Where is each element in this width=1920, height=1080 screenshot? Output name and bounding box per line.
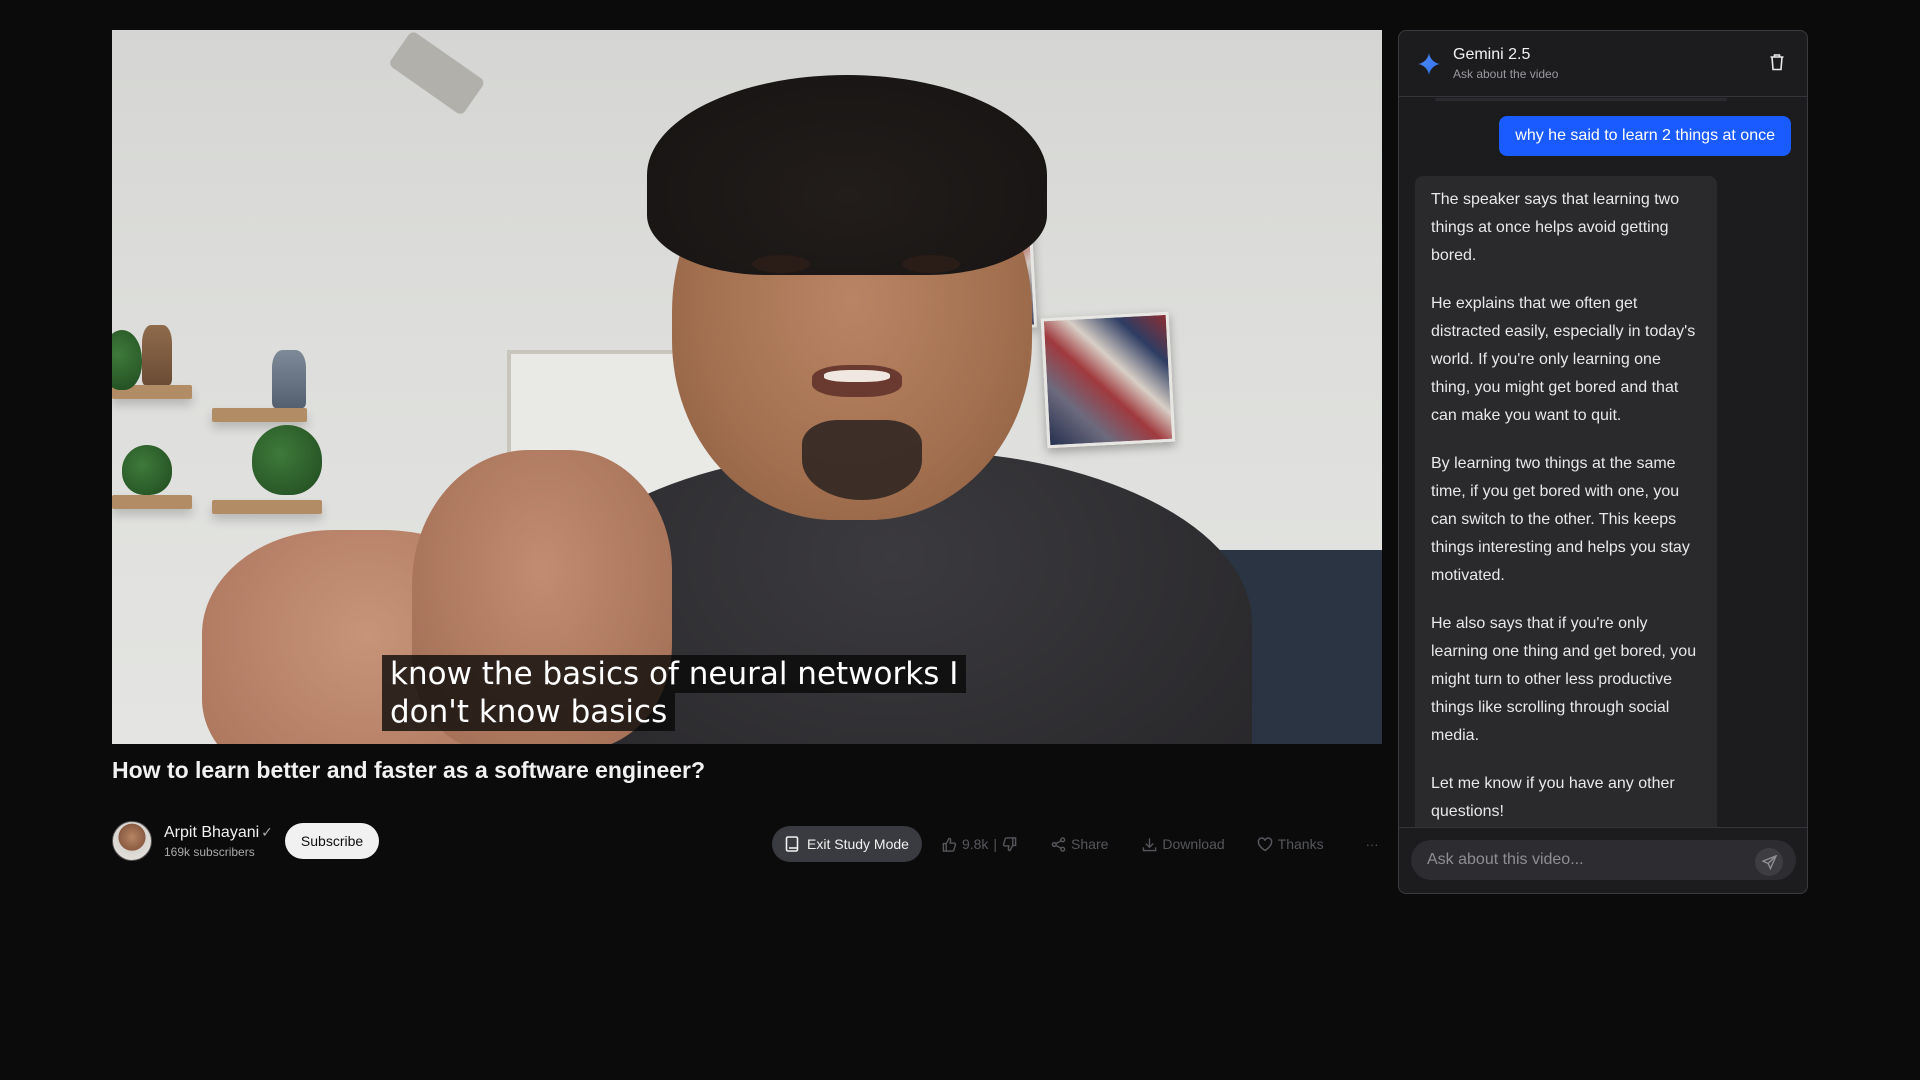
more-icon[interactable]: ··· [1366, 837, 1379, 852]
user-message: why he said to learn 2 things at once [1499, 116, 1791, 156]
speaker-hair [647, 75, 1047, 275]
assistant-paragraph: He explains that we often get distracted… [1431, 295, 1696, 424]
chat-header: Gemini 2.5 Ask about the video [1399, 31, 1807, 97]
assistant-paragraph: By learning two things at the same time,… [1431, 455, 1690, 584]
speaker-beard [802, 420, 922, 500]
video-player[interactable]: know the basics of neural networks I don… [112, 30, 1382, 744]
book-icon [785, 836, 799, 852]
chat-subtitle: Ask about the video [1453, 67, 1559, 81]
share-icon [1051, 836, 1066, 852]
assistant-paragraph: Let me know if you have any other questi… [1431, 775, 1675, 820]
vase [142, 325, 172, 385]
trash-icon[interactable] [1769, 53, 1785, 71]
previous-message-edge [1435, 98, 1727, 101]
channel-info: Arpit Bhayani ✓ 169k subscribers [164, 824, 273, 859]
sparkle-icon [1418, 52, 1440, 75]
video-title: How to learn better and faster as a soft… [112, 757, 706, 783]
vase [272, 350, 306, 408]
caption-line: know the basics of neural networks I [382, 655, 967, 693]
speaker-eye [902, 255, 960, 273]
like-divider: | [993, 836, 998, 852]
caption-line: don't know basics [382, 693, 676, 731]
channel-avatar[interactable] [112, 821, 152, 861]
subscriber-count: 169k subscribers [164, 844, 255, 859]
shelf [212, 500, 322, 514]
heart-icon [1257, 836, 1272, 851]
chat-title: Gemini 2.5 [1453, 46, 1531, 63]
share-label: Share [1071, 836, 1109, 852]
exit-study-mode-button[interactable]: Exit Study Mode [772, 826, 922, 862]
gemini-chat-panel: Gemini 2.5 Ask about the video why he sa… [1398, 30, 1808, 894]
chat-input[interactable] [1411, 840, 1796, 880]
plant [252, 425, 322, 495]
like-dislike-group: 9.8k | [942, 836, 1017, 852]
download-icon [1143, 837, 1157, 851]
assistant-message: The speaker says that learning two thing… [1415, 176, 1717, 827]
thanks-label: Thanks [1277, 836, 1324, 852]
thumbs-up-icon[interactable] [942, 837, 957, 852]
assistant-paragraph: He also says that if you're only learnin… [1431, 615, 1697, 744]
speaker-teeth [824, 370, 890, 382]
download-label: Download [1162, 836, 1225, 852]
send-button[interactable] [1755, 848, 1783, 876]
like-count[interactable]: 9.8k [962, 836, 988, 852]
thumbs-down-icon[interactable] [1002, 836, 1017, 852]
chat-input-area [1399, 827, 1807, 893]
thanks-button[interactable]: Thanks [1257, 836, 1324, 852]
subscribe-button[interactable]: Subscribe [284, 823, 380, 859]
chat-messages[interactable]: why he said to learn 2 things at once Th… [1399, 98, 1807, 827]
shelf [112, 495, 192, 509]
shelf [212, 408, 307, 422]
download-button[interactable]: Download [1142, 836, 1225, 852]
video-caption: know the basics of neural networks I don… [382, 655, 967, 731]
send-icon [1761, 854, 1777, 870]
speaker-eye [752, 255, 810, 273]
study-mode-label: Exit Study Mode [807, 836, 909, 852]
assistant-paragraph: The speaker says that learning two thing… [1431, 191, 1680, 264]
wall-painting [1040, 311, 1176, 449]
plant [122, 445, 172, 495]
channel-row: Arpit Bhayani ✓ 169k subscribers Subscrib… [112, 821, 380, 861]
verified-icon: ✓ [261, 823, 273, 840]
channel-name[interactable]: Arpit Bhayani [164, 824, 259, 841]
action-bar: Exit Study Mode 9.8k | Share Download Th… [772, 826, 1379, 862]
share-button[interactable]: Share [1051, 836, 1108, 852]
chat-title-block: Gemini 2.5 Ask about the video [1453, 46, 1558, 81]
